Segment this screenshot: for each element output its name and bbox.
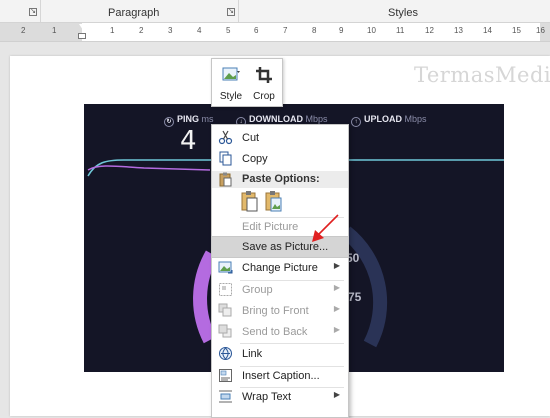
menu-item-label: Copy (242, 153, 268, 165)
submenu-arrow-icon: ▶ (333, 304, 340, 313)
bring-front-icon (218, 303, 232, 317)
paste-as-picture-icon (265, 191, 282, 212)
ruler-number: 6 (254, 26, 259, 35)
picture-style-icon (222, 67, 240, 81)
submenu-arrow-icon: ▶ (333, 325, 340, 334)
crop-icon (256, 67, 272, 83)
paste-icon (219, 172, 232, 187)
paste-options-header: Paste Options: (212, 171, 348, 188)
menu-item-link[interactable]: Link (212, 344, 348, 364)
paste-keep-source-button[interactable] (240, 190, 260, 212)
ruler-number: 3 (168, 26, 173, 35)
menu-item-copy[interactable]: Copy (212, 149, 348, 169)
ruler-margin-left (0, 23, 82, 41)
ruler-number: 2 (21, 26, 26, 35)
menu-item-label: Paste Options: (242, 173, 320, 185)
menu-item-label: Link (242, 348, 263, 360)
caption-icon (219, 369, 232, 382)
ruler-number: 2 (139, 26, 144, 35)
ruler-number: 8 (312, 26, 317, 35)
menu-item-label: Cut (242, 132, 260, 144)
menu-item-label: Edit Picture (242, 221, 299, 233)
ribbon: ↘ Paragraph ↘ Styles (0, 0, 550, 23)
style-button[interactable]: Style (214, 59, 248, 106)
ruler-number: 4 (197, 26, 202, 35)
menu-item-wrap-text[interactable]: Wrap Text ▶ (212, 387, 348, 407)
ruler-number: 5 (226, 26, 231, 35)
copy-icon (219, 151, 232, 166)
ruler-number: 7 (283, 26, 288, 35)
menu-item-label: Bring to Front (242, 305, 309, 317)
menu-item-insert-caption[interactable]: Insert Caption... (212, 366, 348, 386)
paste-keep-formatting-icon (241, 191, 258, 212)
ruler-number: 11 (396, 26, 405, 35)
crop-button[interactable]: Crop (247, 59, 281, 106)
send-back-icon (218, 324, 232, 338)
gauge-arc (341, 226, 388, 348)
group-icon (219, 283, 232, 296)
ribbon-separator (238, 0, 239, 22)
font-dialog-launcher-icon[interactable]: ↘ (29, 8, 37, 16)
submenu-arrow-icon: ▶ (333, 261, 340, 270)
menu-item-cut[interactable]: Cut (212, 128, 348, 148)
menu-item-label: Insert Caption... (242, 370, 320, 382)
menu-item-label: Send to Back (242, 326, 308, 338)
menu-item-label: Wrap Text (242, 391, 292, 403)
first-line-indent-marker[interactable] (79, 24, 87, 30)
upload-line (87, 165, 211, 171)
context-menu: Cut Copy Paste Options: Edit Picture Sav… (211, 124, 349, 418)
ruler-number: 14 (483, 26, 492, 35)
menu-item-bring-to-front: Bring to Front ▶ (212, 301, 348, 321)
link-icon (219, 347, 232, 360)
mini-toolbar: Style Crop (211, 58, 283, 107)
submenu-arrow-icon: ▶ (333, 390, 340, 399)
change-picture-icon (218, 261, 233, 274)
paragraph-group-label: Paragraph (108, 7, 160, 19)
ruler-number: 12 (425, 26, 434, 35)
styles-group-label: Styles (388, 7, 418, 19)
left-indent-marker[interactable] (78, 33, 86, 39)
watermark: TermasMedia (414, 63, 550, 87)
ribbon-separator (40, 0, 41, 22)
gauge-label-75: 75 (348, 290, 362, 304)
ruler-number: 10 (367, 26, 376, 35)
menu-item-send-to-back: Send to Back ▶ (212, 322, 348, 342)
style-label: Style (219, 91, 243, 102)
red-arrow-annotation (312, 214, 339, 242)
ruler-number: 15 (512, 26, 521, 35)
menu-item-group: Group ▶ (212, 280, 348, 300)
paragraph-dialog-launcher-icon[interactable]: ↘ (227, 8, 235, 16)
wrap-text-icon (219, 390, 232, 403)
ruler-number: 1 (110, 26, 115, 35)
crop-label: Crop (253, 91, 275, 102)
menu-item-change-picture[interactable]: Change Picture ▶ (212, 258, 348, 278)
ruler-number: 9 (339, 26, 344, 35)
submenu-arrow-icon: ▶ (333, 283, 340, 292)
menu-item-label: Group (242, 284, 273, 296)
paste-picture-button[interactable] (264, 190, 284, 212)
ruler-number: 16 (536, 26, 545, 35)
menu-item-label: Change Picture (242, 262, 318, 274)
ruler-number: 13 (454, 26, 463, 35)
scissors-icon (218, 130, 233, 145)
ruler-number: 1 (52, 26, 57, 35)
